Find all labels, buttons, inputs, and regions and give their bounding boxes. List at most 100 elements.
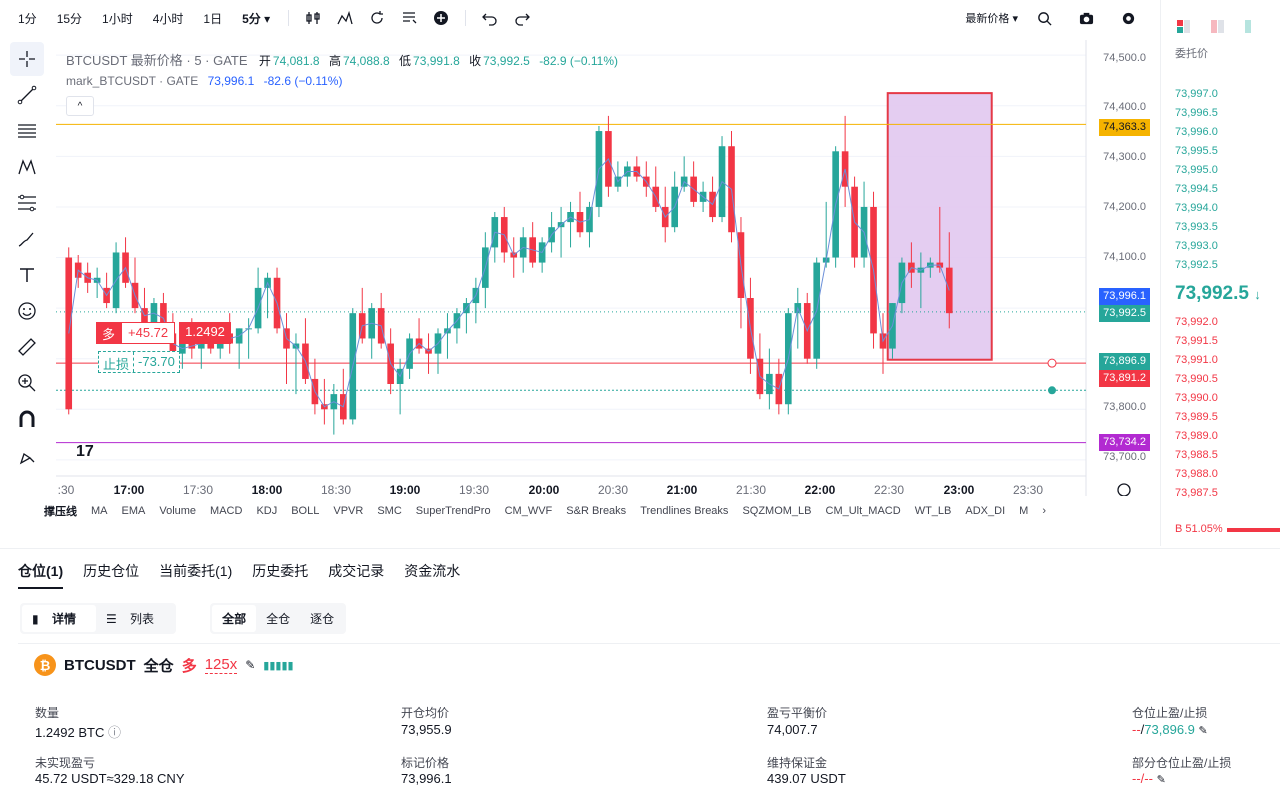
- bid-price[interactable]: 73,990.5: [1175, 373, 1218, 385]
- ask-price[interactable]: 73,995.0: [1175, 164, 1218, 176]
- indicator-ema[interactable]: EMA: [122, 505, 146, 517]
- time-tick: 17:30: [182, 483, 214, 497]
- book-layout-icons[interactable]: [1175, 18, 1255, 36]
- ask-price[interactable]: 73,996.0: [1175, 126, 1218, 138]
- edit-icon[interactable]: ✎: [1157, 774, 1166, 786]
- positions-panel: 仓位(1) 历史仓位 当前委托(1) 历史委托 成交记录 资金流水 ▮ 详情 ☰…: [0, 548, 1280, 799]
- ask-price[interactable]: 73,992.5: [1175, 259, 1218, 271]
- position-line-label[interactable]: 多 +45.72 1.2492: [96, 322, 231, 344]
- emoji-icon[interactable]: [10, 294, 44, 328]
- lock-drawing-icon[interactable]: [10, 438, 44, 472]
- indicator-macd[interactable]: MACD: [210, 505, 242, 517]
- edit-icon[interactable]: ✎: [1199, 725, 1208, 737]
- view-list-button[interactable]: ☰ 列表: [96, 605, 174, 632]
- stop-loss-line-label[interactable]: 止损 -73.70: [98, 351, 180, 373]
- collapse-legend-button[interactable]: ^: [66, 96, 94, 116]
- crosshair-icon[interactable]: [10, 42, 44, 76]
- indicator-boll[interactable]: BOLL: [291, 505, 319, 517]
- ask-price[interactable]: 73,995.5: [1175, 145, 1218, 157]
- bid-price[interactable]: 73,989.0: [1175, 430, 1218, 442]
- view-detail-button[interactable]: ▮ 详情: [22, 605, 96, 632]
- price-tick: 74,200.0: [1103, 201, 1146, 213]
- timeframe-1m[interactable]: 1分: [8, 10, 47, 27]
- indicator-more[interactable]: M: [1019, 505, 1028, 517]
- price-chart[interactable]: 17 BTCUSDT 最新价格 · 5 · GATE 开 74,081.8 高 74…: [56, 40, 1152, 497]
- price-type-selector[interactable]: 最新价格 ▾: [965, 10, 1018, 26]
- candlestick-canvas[interactable]: 17: [56, 40, 1152, 496]
- pattern-icon[interactable]: [10, 150, 44, 184]
- gear-icon[interactable]: [1119, 9, 1137, 27]
- ruler-icon[interactable]: [10, 330, 44, 364]
- template-icon[interactable]: [400, 9, 418, 27]
- indicator-wt-lb[interactable]: WT_LB: [915, 505, 952, 517]
- bid-price[interactable]: 73,990.0: [1175, 392, 1218, 404]
- bid-price[interactable]: 73,992.0: [1175, 316, 1218, 328]
- tab-order-history[interactable]: 历史委托: [252, 561, 308, 589]
- bid-price[interactable]: 73,991.0: [1175, 354, 1218, 366]
- ask-price[interactable]: 73,996.5: [1175, 107, 1218, 119]
- chevron-right-icon[interactable]: ›: [1042, 505, 1046, 517]
- trendline-icon[interactable]: [10, 78, 44, 112]
- bid-price[interactable]: 73,991.5: [1175, 335, 1218, 347]
- timeframe-1d[interactable]: 1日: [193, 10, 232, 27]
- indicator-sr-breaks[interactable]: S&R Breaks: [566, 505, 626, 517]
- pnl-label: 未实现盈亏: [35, 756, 96, 770]
- info-icon[interactable]: ⓘ: [108, 725, 121, 740]
- text-icon[interactable]: [10, 258, 44, 292]
- position-leverage[interactable]: 125x: [204, 656, 238, 674]
- search-icon[interactable]: [1035, 9, 1053, 27]
- ask-price[interactable]: 73,993.5: [1175, 221, 1218, 233]
- tab-positions[interactable]: 仓位(1): [18, 561, 64, 589]
- indicator-cm-ult-macd[interactable]: CM_Ult_MACD: [826, 505, 901, 517]
- bid-price[interactable]: 73,988.0: [1175, 468, 1218, 480]
- tab-position-history[interactable]: 历史仓位: [83, 561, 139, 589]
- brush-icon[interactable]: [10, 222, 44, 256]
- indicator-cm-wvf[interactable]: CM_WVF: [505, 505, 553, 517]
- horizontal-lines-icon[interactable]: [10, 114, 44, 148]
- ask-price[interactable]: 73,993.0: [1175, 240, 1218, 252]
- indicator-adx-di[interactable]: ADX_DI: [965, 505, 1005, 517]
- zoom-in-icon[interactable]: [10, 366, 44, 400]
- bid-price[interactable]: 73,989.5: [1175, 411, 1218, 423]
- filter-isolated[interactable]: 逐仓: [300, 605, 344, 632]
- timeframe-15m[interactable]: 15分: [47, 10, 92, 27]
- indicator-supertrend[interactable]: SuperTrendPro: [416, 505, 491, 517]
- candle-type-icon[interactable]: [304, 9, 322, 27]
- tab-fund-flow[interactable]: 资金流水: [404, 561, 460, 589]
- timeframe-selector[interactable]: 5分 ▾: [232, 10, 280, 27]
- partial-tpsl-value[interactable]: --/-- ✎: [1132, 771, 1166, 786]
- tpsl-value[interactable]: --/73,896.9 ✎: [1132, 722, 1208, 737]
- indicator-trendlines[interactable]: Trendlines Breaks: [640, 505, 728, 517]
- bid-price[interactable]: 73,987.5: [1175, 487, 1218, 499]
- low-value: 73,991.8: [413, 54, 460, 68]
- indicator-vpvr[interactable]: VPVR: [333, 505, 363, 517]
- bid-price[interactable]: 73,988.5: [1175, 449, 1218, 461]
- indicator-ma[interactable]: MA: [91, 505, 108, 517]
- indicator-volume[interactable]: Volume: [159, 505, 196, 517]
- redo-icon[interactable]: [513, 9, 531, 27]
- add-circle-icon[interactable]: [432, 9, 450, 27]
- indicator-sqzmom[interactable]: SQZMOM_LB: [742, 505, 811, 517]
- time-tick: 22:30: [873, 483, 905, 497]
- position-symbol: BTCUSDT: [64, 656, 136, 674]
- indicator-kdj[interactable]: KDJ: [256, 505, 277, 517]
- filter-all[interactable]: 全部: [212, 605, 257, 632]
- indicators-icon[interactable]: [336, 9, 354, 27]
- ask-price[interactable]: 73,994.0: [1175, 202, 1218, 214]
- replay-icon[interactable]: [368, 9, 386, 27]
- edit-icon[interactable]: ✎: [245, 658, 255, 672]
- camera-icon[interactable]: [1077, 9, 1095, 27]
- indicator-smc[interactable]: SMC: [377, 505, 401, 517]
- filter-cross[interactable]: 全仓: [256, 605, 300, 632]
- fib-icon[interactable]: [10, 186, 44, 220]
- ask-price[interactable]: 73,997.0: [1175, 88, 1218, 100]
- tab-open-orders[interactable]: 当前委托(1): [159, 561, 232, 589]
- indicator-sr[interactable]: 撑压线: [44, 503, 77, 519]
- tab-trade-history[interactable]: 成交记录: [328, 561, 384, 589]
- timeframe-1h[interactable]: 1小时: [92, 10, 143, 27]
- undo-icon[interactable]: [481, 9, 499, 27]
- timeframe-4h[interactable]: 4小时: [143, 10, 194, 27]
- ask-price[interactable]: 73,994.5: [1175, 183, 1218, 195]
- magnet-icon[interactable]: [10, 402, 44, 436]
- purple-line-price: 73,734.2: [1099, 434, 1150, 451]
